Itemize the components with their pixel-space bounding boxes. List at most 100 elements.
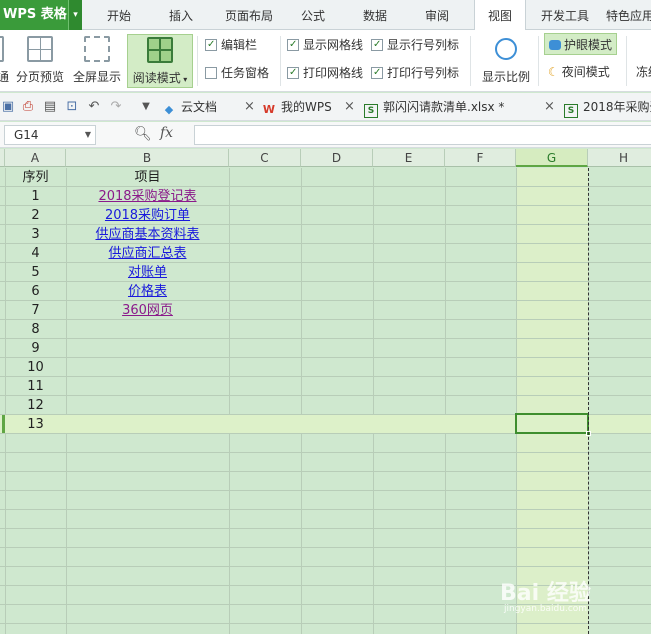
column-header-c[interactable]: C [229, 149, 301, 167]
tab-cloud-docs[interactable]: ◆ 云文档 × [162, 93, 255, 121]
checkbox-checked-icon [371, 39, 383, 51]
cell-item-hyperlink[interactable]: 价格表 [66, 282, 229, 301]
cell-seq[interactable]: 2 [5, 206, 66, 225]
cell-seq[interactable]: 10 [5, 358, 66, 377]
page-break-preview-icon [27, 36, 53, 62]
chevron-down-icon[interactable]: ▼ [85, 126, 91, 144]
cell-seq[interactable]: 12 [5, 396, 66, 415]
page-break-line [588, 168, 589, 634]
insert-function-icon[interactable]: fx [160, 125, 173, 141]
cloud-docs-icon: ◆ [164, 103, 174, 116]
reading-mode-button[interactable]: 阅读模式 ▾ [127, 34, 193, 88]
cell-seq[interactable]: 8 [5, 320, 66, 339]
menu-tab-formula[interactable]: 公式 [290, 0, 336, 30]
chevron-down-icon[interactable]: ▾ [68, 0, 82, 30]
table-row [0, 529, 651, 548]
table-row [0, 453, 651, 472]
tab-my-wps[interactable]: W 我的WPS × [262, 93, 358, 121]
cell-seq[interactable]: 6 [5, 282, 66, 301]
save-icon[interactable]: ▣ [0, 99, 16, 115]
header-item[interactable]: 项目 [66, 168, 229, 187]
column-header-b[interactable]: B [66, 149, 229, 167]
cell-seq[interactable]: 13 [5, 415, 66, 434]
freeze-panes-button[interactable]: 冻结 [632, 61, 651, 83]
ribbon-divider [197, 36, 198, 86]
cell-seq[interactable]: 3 [5, 225, 66, 244]
table-row: 5 对账单 [0, 263, 651, 282]
menu-tab-special[interactable]: 特色应用 [606, 0, 651, 30]
chevron-down-icon: ▾ [180, 75, 188, 84]
tab-file-qingkuan[interactable]: S 郭闪闪请款清单.xlsx * × [364, 93, 556, 121]
night-mode-button[interactable]: ☾ 夜间模式 [544, 61, 614, 83]
edit-bar-checkbox[interactable]: 编辑栏 [205, 36, 257, 54]
export-pdf-icon[interactable]: ⎙ [20, 99, 36, 115]
header-seq[interactable]: 序列 [5, 168, 66, 187]
task-pane-checkbox[interactable]: 任务窗格 [205, 64, 269, 82]
app-menu-button[interactable]: WPS 表格 ▾ [0, 0, 82, 30]
formula-input[interactable] [194, 125, 651, 145]
menu-tab-review[interactable]: 审阅 [414, 0, 460, 30]
checkbox-checked-icon [205, 39, 217, 51]
ribbon-view: 通 分页预览 全屏显示 阅读模式 ▾ 编辑栏 任务窗格 显示网格线 打印网格线 … [0, 30, 651, 92]
show-gridlines-checkbox[interactable]: 显示网格线 [287, 36, 363, 54]
fullscreen-icon [84, 36, 110, 62]
normal-view-button[interactable]: 通 [0, 34, 10, 88]
ribbon-divider [280, 36, 281, 86]
table-row: 4 供应商汇总表 [0, 244, 651, 263]
checkbox-unchecked-icon [205, 67, 217, 79]
cell-item-hyperlink[interactable]: 2018采购订单 [66, 206, 229, 225]
cell-item-hyperlink[interactable]: 360网页 [66, 301, 229, 320]
column-header-h[interactable]: H [588, 149, 651, 167]
table-row: 6 价格表 [0, 282, 651, 301]
print-headers-checkbox[interactable]: 打印行号列标 [371, 64, 459, 82]
redo-icon[interactable]: ↷ [108, 99, 124, 115]
cell-seq[interactable]: 5 [5, 263, 66, 282]
menu-tab-view[interactable]: 视图 [474, 0, 526, 31]
undo-icon[interactable]: ↶ [86, 99, 102, 115]
cell-seq[interactable]: 11 [5, 377, 66, 396]
page-break-preview-button[interactable]: 分页预览 [14, 34, 66, 88]
fullscreen-button[interactable]: 全屏显示 [70, 34, 124, 88]
menu-tab-developer[interactable]: 开发工具 [536, 0, 594, 30]
moon-icon: ☾ [548, 65, 559, 79]
cell-seq[interactable]: 1 [5, 187, 66, 206]
spreadsheet-grid[interactable]: A B C D E F G H 序列 项目 1 2018采购登记表 2 2018采购订单 3… [0, 149, 651, 634]
print-preview-icon[interactable]: ⊡ [64, 99, 80, 115]
menu-tab-home[interactable]: 开始 [96, 0, 142, 30]
table-row: 11 [0, 377, 651, 396]
wps-logo-icon: W [262, 103, 276, 116]
cell-seq[interactable]: 4 [5, 244, 66, 263]
eye-care-button[interactable]: 护眼模式 [544, 33, 618, 55]
print-icon[interactable]: ▤ [42, 99, 58, 115]
cell-seq[interactable]: 7 [5, 301, 66, 320]
watermark-url: jingyan.baidu.com [504, 604, 588, 614]
menu-tab-page-layout[interactable]: 页面布局 [216, 0, 282, 30]
column-header-e[interactable]: E [373, 149, 445, 167]
print-gridlines-checkbox[interactable]: 打印网格线 [287, 64, 363, 82]
show-headers-checkbox[interactable]: 显示行号列标 [371, 36, 459, 54]
selected-cell-g14[interactable] [515, 413, 591, 436]
cell-item-hyperlink[interactable]: 供应商汇总表 [66, 244, 229, 263]
close-icon[interactable]: × [344, 93, 355, 121]
table-row [0, 548, 651, 567]
cell-seq[interactable]: 9 [5, 339, 66, 358]
zoom-search-icon[interactable]: 🔍︎ [134, 126, 152, 142]
table-row: 9 [0, 339, 651, 358]
table-row: 7 360网页 [0, 301, 651, 320]
name-box[interactable]: G14 ▼ [4, 125, 96, 145]
tab-file-caigou[interactable]: S2018年采购登 [564, 93, 651, 121]
zoom-button[interactable]: 显示比例 [478, 34, 534, 88]
ribbon-divider [626, 36, 627, 86]
close-icon[interactable]: × [244, 93, 255, 121]
menu-tab-insert[interactable]: 插入 [156, 0, 206, 30]
cell-item-hyperlink[interactable]: 2018采购登记表 [66, 187, 229, 206]
column-header-d[interactable]: D [301, 149, 373, 167]
menu-tab-data[interactable]: 数据 [352, 0, 398, 30]
close-icon[interactable]: × [544, 93, 555, 121]
column-header-f[interactable]: F [445, 149, 516, 167]
cell-item-hyperlink[interactable]: 供应商基本资料表 [66, 225, 229, 244]
column-header-g[interactable]: G [516, 149, 588, 167]
quick-access-dropdown-icon[interactable]: ▼ [138, 99, 154, 115]
column-header-a[interactable]: A [5, 149, 66, 167]
cell-item-hyperlink[interactable]: 对账单 [66, 263, 229, 282]
